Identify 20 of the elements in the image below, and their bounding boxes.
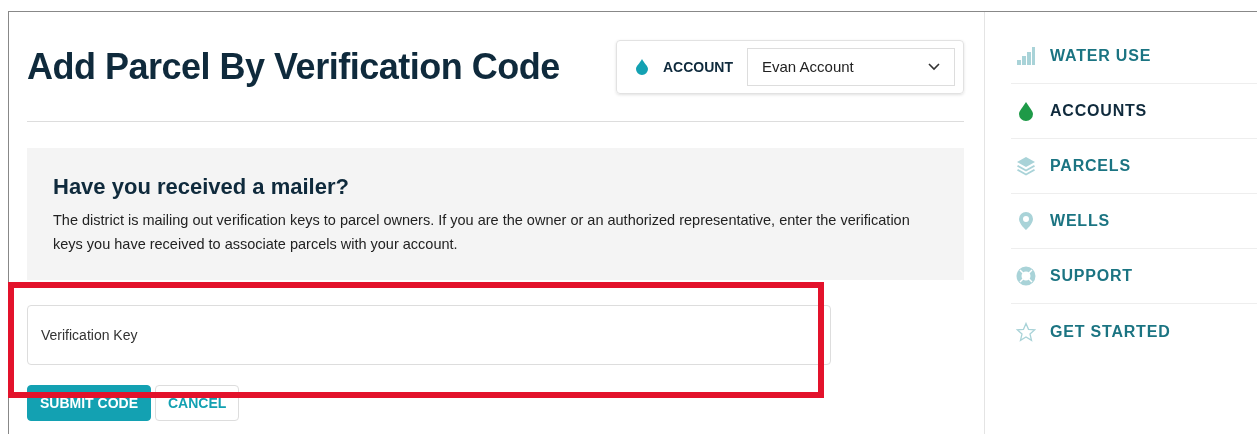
sidebar-item[interactable]: ACCOUNTS [1011, 84, 1257, 139]
star-icon [1016, 321, 1036, 342]
drop-icon [635, 58, 649, 75]
sidebar-item[interactable]: SUPPORT [1011, 249, 1257, 304]
verification-key-field[interactable]: Verification Key [27, 305, 831, 365]
notice-text: The district is mailing out verification keys to parcel owners. If you are the owner or an authorized representative, enter the verification keys you have received to associate parcels with your account. [53, 211, 911, 254]
sidebar-item[interactable]: PARCELS [1011, 139, 1257, 194]
bar-chart-icon [1016, 46, 1036, 66]
chevron-down-icon [928, 62, 940, 71]
map-pin-icon [1016, 211, 1036, 231]
layers-icon [1016, 156, 1036, 176]
sidebar-item[interactable]: GET STARTED [1011, 304, 1257, 359]
sidebar-item[interactable]: WELLS [1011, 194, 1257, 249]
notice-heading: Have you received a mailer? [53, 174, 350, 200]
drop-icon [1016, 101, 1036, 121]
account-select[interactable]: Evan Account [747, 47, 955, 86]
lifebuoy-icon [1016, 266, 1036, 286]
sidebar-item[interactable]: WATER USE [1011, 29, 1257, 84]
account-label: ACCOUNT [663, 58, 733, 75]
page-title: Add Parcel By Verification Code [27, 45, 560, 88]
